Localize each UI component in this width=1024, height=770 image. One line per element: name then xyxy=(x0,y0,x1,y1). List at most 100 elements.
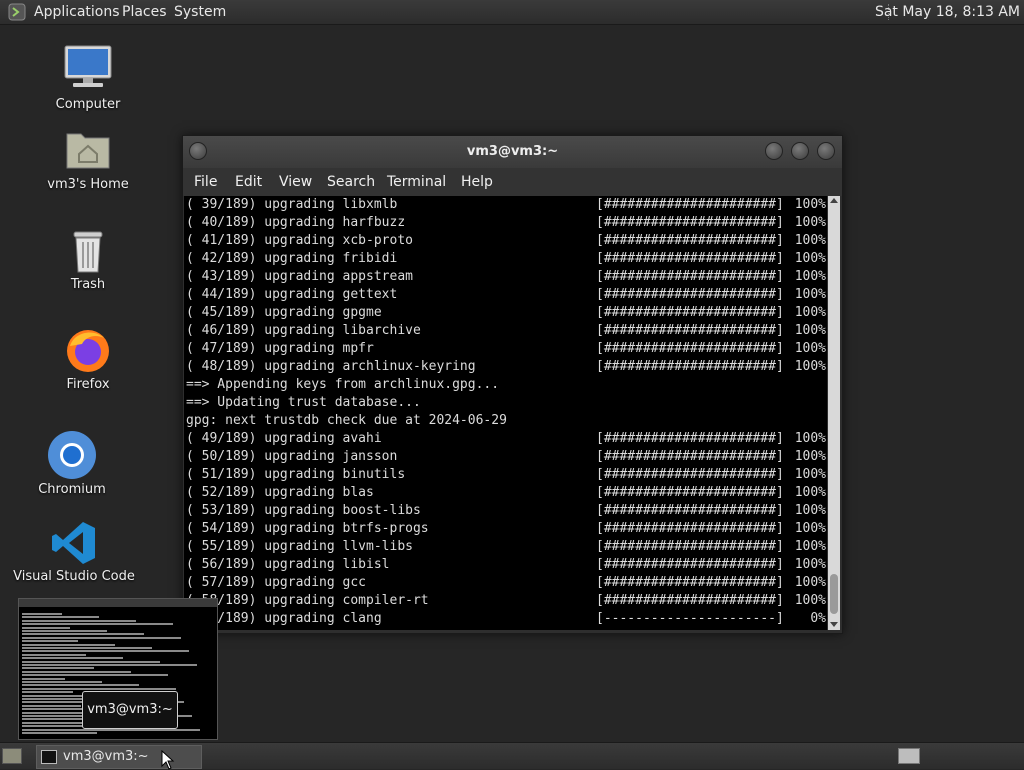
terminal-output[interactable]: ( 39/189) upgrading libxmlb [############… xyxy=(184,196,827,630)
terminal-line-text: ( 51/189) upgrading binutils xyxy=(186,467,406,482)
menu-search[interactable]: Search xyxy=(327,168,375,196)
desktop-icon-firefox[interactable]: Firefox xyxy=(18,326,158,396)
show-desktop-icon[interactable] xyxy=(2,748,22,764)
terminal-line: ( 57/189) upgrading gcc [################… xyxy=(186,574,826,592)
preview-text-line xyxy=(22,626,70,629)
terminal-line: ( 44/189) upgrading gettext [############… xyxy=(186,286,826,304)
terminal-line: ( 48/189) upgrading archlinux-keyring [##… xyxy=(186,358,826,376)
window-preview-tooltip: vm3@vm3:~ xyxy=(82,691,178,729)
terminal-line: ( 43/189) upgrading appstream [##########… xyxy=(186,268,826,286)
preview-text-line xyxy=(22,718,89,721)
terminal-line: ( 51/189) upgrading binutils [###########… xyxy=(186,466,826,484)
terminal-line: ( 58/189) upgrading compiler-rt [########… xyxy=(186,592,826,610)
menu-edit[interactable]: Edit xyxy=(235,168,262,196)
terminal-line-text: ( 49/189) upgrading avahi xyxy=(186,431,382,446)
terminal-line-text: ( 47/189) upgrading mpfr xyxy=(186,341,374,356)
terminal-line: ( 40/189) upgrading harfbuzz [###########… xyxy=(186,214,826,232)
terminal-line-text: ( 39/189) upgrading libxmlb xyxy=(186,197,398,212)
progress-bar-text: [######################] xyxy=(596,521,784,536)
progress-bar-text: [######################] xyxy=(596,305,784,320)
menu-file[interactable]: File xyxy=(194,168,217,196)
preview-text-line xyxy=(22,664,197,666)
progress-percent: 100% xyxy=(794,269,826,284)
scroll-up-arrow-icon[interactable] xyxy=(830,198,838,203)
desktop-icon-computer[interactable]: Computer xyxy=(18,44,158,116)
terminal-line-text: ==> Updating trust database... xyxy=(186,395,421,410)
progress-percent: 100% xyxy=(794,467,826,482)
terminal-line: ( 56/189) upgrading libisl [#############… xyxy=(186,556,826,574)
terminal-icon xyxy=(41,750,57,764)
terminal-line: ==> Updating trust database... xyxy=(186,394,421,412)
progress-percent: 100% xyxy=(794,287,826,302)
desktop-icon-label: Trash xyxy=(70,277,106,292)
progress-bar-text: [######################] xyxy=(596,215,784,230)
progress-bar-text: [######################] xyxy=(596,485,784,500)
window-titlebar[interactable]: vm3@vm3:~ xyxy=(183,136,842,168)
progress-bar-text: [######################] xyxy=(596,593,784,608)
preview-text-line xyxy=(22,667,94,670)
terminal-line: ( 55/189) upgrading llvm-libs [##########… xyxy=(186,538,826,556)
desktop-icon-vscode[interactable]: Visual Studio Code xyxy=(4,520,144,588)
menu-terminal[interactable]: Terminal xyxy=(387,168,446,196)
preview-text-line xyxy=(22,643,115,646)
progress-percent: 100% xyxy=(794,557,826,572)
minimize-button[interactable] xyxy=(765,142,783,160)
terminal-line-text: ( 55/189) upgrading llvm-libs xyxy=(186,539,413,554)
terminal-line: gpg: next trustdb check due at 2024-06-2… xyxy=(186,412,507,430)
terminal-line: ( 53/189) upgrading boost-libs [#########… xyxy=(186,502,826,520)
preview-text-line xyxy=(22,650,189,653)
desktop-icon-home[interactable]: vm3's Home xyxy=(18,128,158,196)
chromium-icon xyxy=(48,431,96,479)
desktop-icon-trash[interactable]: Trash xyxy=(18,228,158,296)
progress-bar-text: [######################] xyxy=(596,503,784,518)
terminal-line: ( 41/189) upgrading xcb-proto [##########… xyxy=(186,232,826,250)
progress-bar-text: [----------------------] xyxy=(596,611,784,626)
workspace-switcher[interactable] xyxy=(898,748,920,764)
terminal-line-text: gpg: next trustdb check due at 2024-06-2… xyxy=(186,413,507,428)
taskbar-window-button[interactable]: vm3@vm3:~ xyxy=(36,745,202,769)
progress-percent: 100% xyxy=(794,539,826,554)
system-menu[interactable]: System xyxy=(174,0,226,24)
progress-bar-text: [######################] xyxy=(596,449,784,464)
terminal-line-text: ( 45/189) upgrading gpgme xyxy=(186,305,382,320)
progress-bar-text: [######################] xyxy=(596,557,784,572)
terminal-line: ( 50/189) upgrading jansson [############… xyxy=(186,448,826,466)
places-menu[interactable]: Places xyxy=(122,0,167,24)
terminal-line: ==> Appending keys from archlinux.gpg... xyxy=(186,376,499,394)
menu-help[interactable]: Help xyxy=(461,168,493,196)
terminal-line-text: ( 41/189) upgrading xcb-proto xyxy=(186,233,413,248)
terminal-logo-icon[interactable] xyxy=(8,3,26,21)
applications-menu[interactable]: Applications xyxy=(34,0,120,24)
progress-bar-text: [######################] xyxy=(596,341,784,356)
progress-bar-text: [######################] xyxy=(596,287,784,302)
progress-bar-text: [######################] xyxy=(596,431,784,446)
desktop-icon-chromium[interactable]: Chromium xyxy=(2,430,142,500)
maximize-button[interactable] xyxy=(791,142,809,160)
home-folder-icon xyxy=(66,133,110,169)
menu-view[interactable]: View xyxy=(279,168,312,196)
progress-percent: 100% xyxy=(794,449,826,464)
progress-percent: 100% xyxy=(794,575,826,590)
terminal-line-text: ( 46/189) upgrading libarchive xyxy=(186,323,421,338)
preview-text-line xyxy=(22,657,123,660)
terminal-line: ( 42/189) upgrading fribidi [############… xyxy=(186,250,826,268)
preview-text-line xyxy=(22,674,168,677)
preview-text-line xyxy=(22,636,181,639)
scroll-down-arrow-icon[interactable] xyxy=(830,622,838,627)
preview-text-line xyxy=(22,616,99,619)
progress-bar-text: [######################] xyxy=(596,359,784,374)
preview-text-line xyxy=(22,691,73,694)
firefox-icon xyxy=(67,330,109,372)
computer-icon xyxy=(64,45,112,87)
clock[interactable]: Sat May 18, 8:13 AM xyxy=(875,0,1020,24)
taskbar-window-label: vm3@vm3:~ xyxy=(63,749,149,764)
terminal-window[interactable]: vm3@vm3:~ File Edit View Search Terminal… xyxy=(182,135,843,634)
progress-percent: 100% xyxy=(794,305,826,320)
terminal-line-text: ( 53/189) upgrading boost-libs xyxy=(186,503,421,518)
terminal-scrollbar[interactable] xyxy=(828,196,840,630)
terminal-line-text: ( 54/189) upgrading btrfs-progs xyxy=(186,521,429,536)
terminal-line: ( 47/189) upgrading mpfr [###############… xyxy=(186,340,826,358)
close-button[interactable] xyxy=(817,142,835,160)
desktop-icon-label: Chromium xyxy=(38,482,106,497)
scrollbar-thumb[interactable] xyxy=(830,574,838,614)
